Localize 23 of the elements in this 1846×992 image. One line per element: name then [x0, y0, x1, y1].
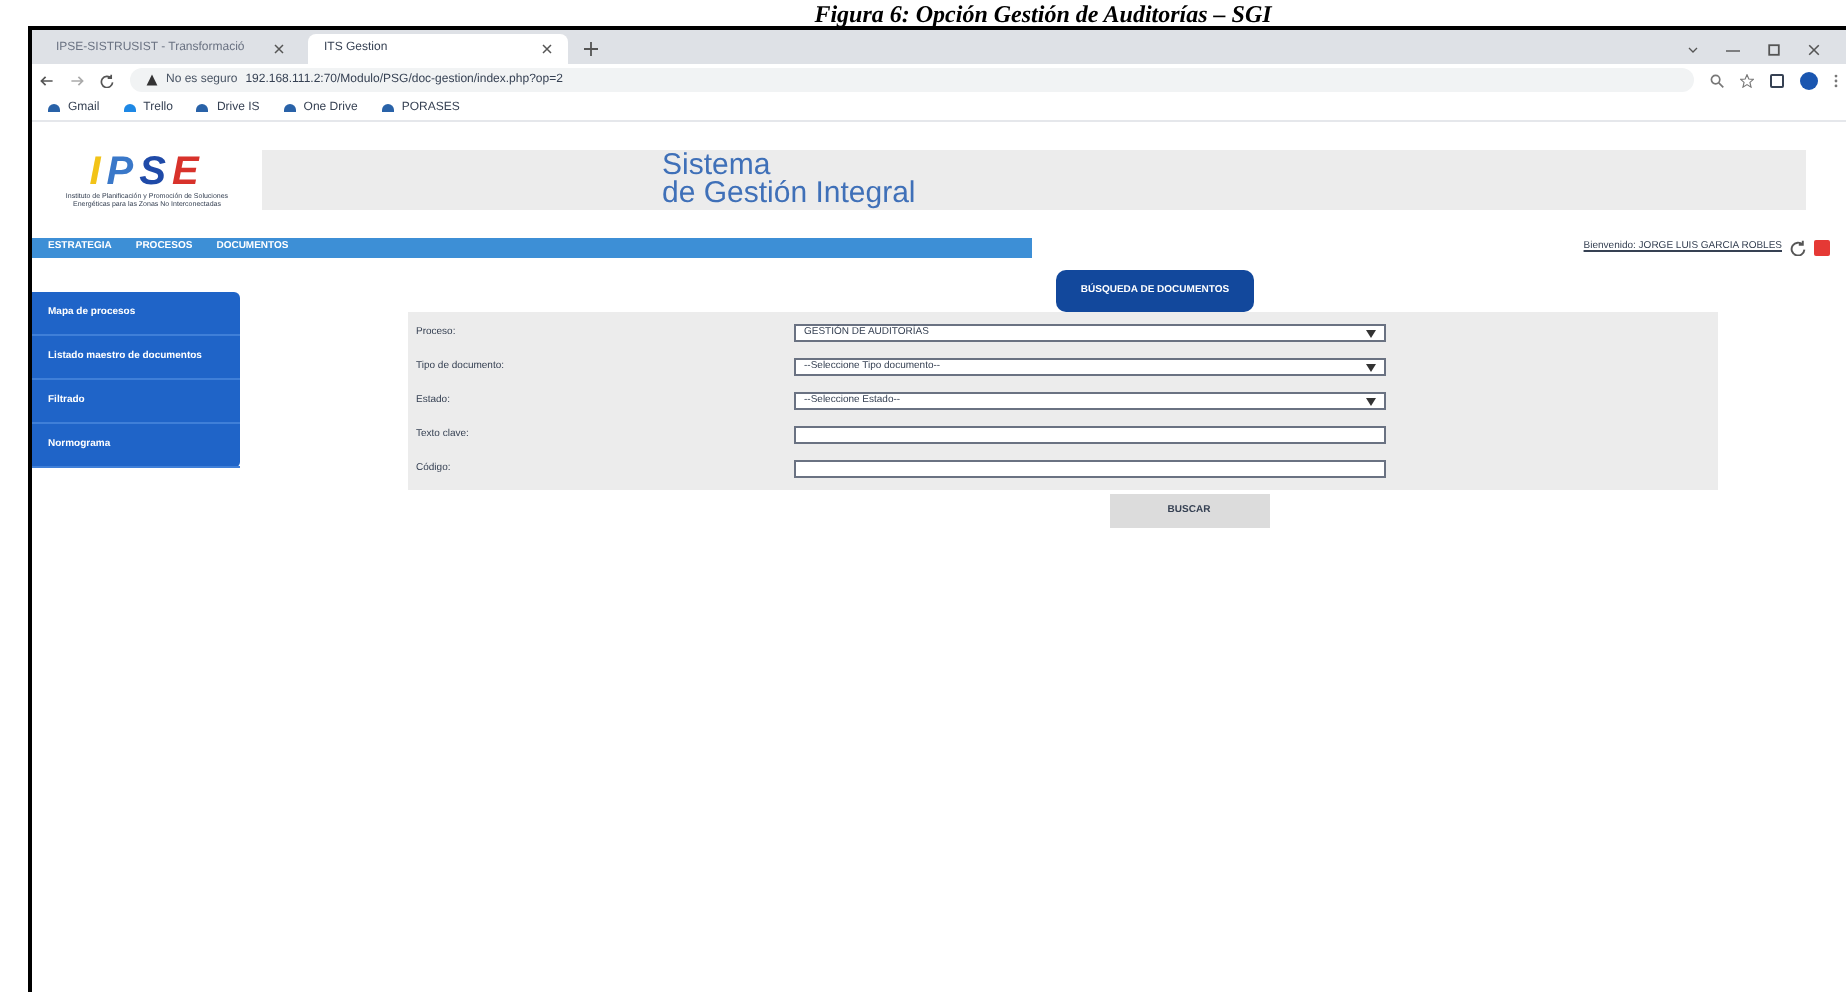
profile-avatar[interactable]	[1800, 71, 1818, 89]
back-icon[interactable]	[40, 73, 54, 87]
new-tab-icon[interactable]	[584, 42, 598, 56]
system-subtitle: de Gestión Integral	[662, 180, 918, 208]
input-field[interactable]	[794, 426, 1386, 444]
close-icon[interactable]	[542, 44, 552, 54]
caret-icon	[1366, 397, 1376, 405]
chevron-icon[interactable]	[1688, 46, 1698, 54]
star-icon[interactable]	[1740, 73, 1754, 87]
refresh-icon[interactable]	[1790, 240, 1806, 256]
input-field[interactable]	[794, 460, 1386, 478]
search-icon[interactable]	[1710, 73, 1724, 87]
warning-icon	[146, 74, 158, 86]
close-icon[interactable]	[1808, 44, 1820, 56]
restore-icon[interactable]	[1768, 44, 1780, 56]
caret-icon	[1366, 329, 1376, 337]
reload-icon[interactable]	[100, 73, 114, 87]
logo-text: IPSE	[89, 152, 205, 192]
figure-caption: Figura 6: Opción Gestión de Auditorías – SGI	[814, 2, 1272, 26]
system-title: Sistema	[662, 152, 771, 180]
square-icon[interactable]	[1770, 73, 1784, 87]
close-icon[interactable]	[274, 44, 284, 54]
caret-icon	[1366, 363, 1376, 371]
